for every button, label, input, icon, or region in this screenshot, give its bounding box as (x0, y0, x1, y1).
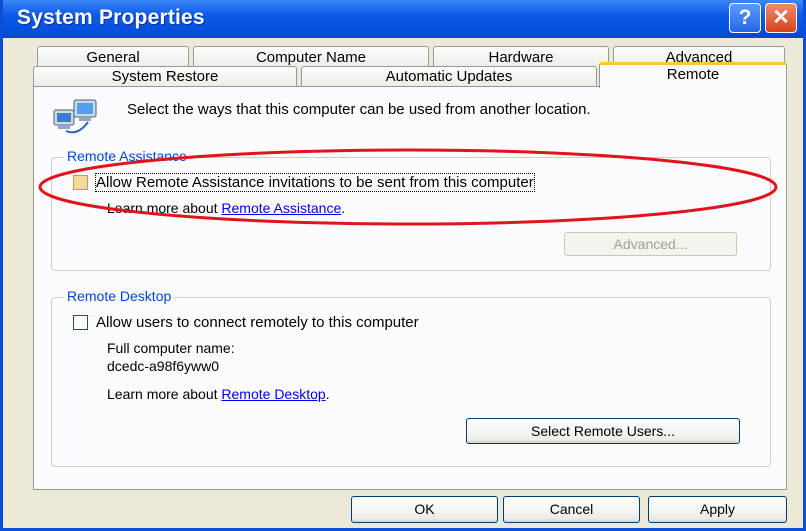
cancel-button[interactable]: Cancel (503, 496, 640, 523)
computers-network-icon (53, 99, 97, 134)
intro-text: Select the ways that this computer can b… (127, 101, 591, 118)
remote-desktop-link[interactable]: Remote Desktop (221, 386, 325, 402)
allow-remote-assistance-checkbox[interactable] (73, 175, 88, 190)
remote-desktop-group-label: Remote Desktop (64, 288, 175, 304)
tab-automatic-updates[interactable]: Automatic Updates (301, 66, 597, 87)
tab-hardware-label: Hardware (488, 49, 554, 66)
close-button[interactable]: ✕ (765, 3, 797, 33)
full-computer-name-label: Full computer name: (107, 340, 235, 356)
select-remote-users-button[interactable]: Select Remote Users... (466, 418, 740, 444)
remote-tab-panel: Select the ways that this computer can b… (33, 86, 787, 490)
remote-assistance-link[interactable]: Remote Assistance (221, 200, 341, 216)
allow-remote-assistance-label[interactable]: Allow Remote Assistance invitations to b… (95, 173, 535, 192)
remote-assistance-group: Remote Assistance Allow Remote Assistanc… (51, 148, 771, 271)
ok-button[interactable]: OK (351, 496, 498, 523)
allow-remote-desktop-checkbox[interactable] (73, 315, 88, 330)
tab-hardware[interactable]: Hardware (433, 46, 609, 68)
title-bar[interactable]: System Properties ? ✕ (3, 0, 803, 38)
remote-assistance-learn-more: Learn more about Remote Assistance. (107, 200, 345, 216)
remote-assistance-group-label: Remote Assistance (64, 148, 190, 164)
tab-remote[interactable]: Remote (599, 62, 787, 88)
remote-desktop-group: Remote Desktop Allow users to connect re… (51, 288, 771, 467)
full-computer-name-value: dcedc-a98f6yww0 (107, 358, 220, 374)
apply-button[interactable]: Apply (648, 496, 787, 523)
help-button[interactable]: ? (729, 3, 761, 33)
tab-system-restore[interactable]: System Restore (33, 66, 297, 87)
learn-more-prefix: Learn more about (107, 386, 222, 402)
learn-more-prefix: Learn more about (107, 200, 222, 216)
learn-more-suffix: . (341, 200, 346, 216)
tab-remote-label: Remote (666, 66, 720, 83)
learn-more-suffix: . (325, 386, 330, 402)
tab-general[interactable]: General (37, 46, 189, 68)
tab-automatic-updates-label: Automatic Updates (385, 68, 513, 85)
window-title: System Properties (17, 6, 205, 29)
tab-computer-name-label: Computer Name (255, 49, 367, 66)
tab-system-restore-label: System Restore (111, 68, 219, 85)
remote-desktop-learn-more: Learn more about Remote Desktop. (107, 386, 330, 402)
remote-assistance-advanced-button[interactable]: Advanced... (564, 232, 737, 256)
system-properties-window: System Properties ? ✕ General Computer N… (0, 0, 806, 531)
allow-remote-desktop-label[interactable]: Allow users to connect remotely to this … (96, 314, 419, 331)
tab-computer-name[interactable]: Computer Name (193, 46, 429, 68)
tab-general-label: General (86, 49, 140, 66)
